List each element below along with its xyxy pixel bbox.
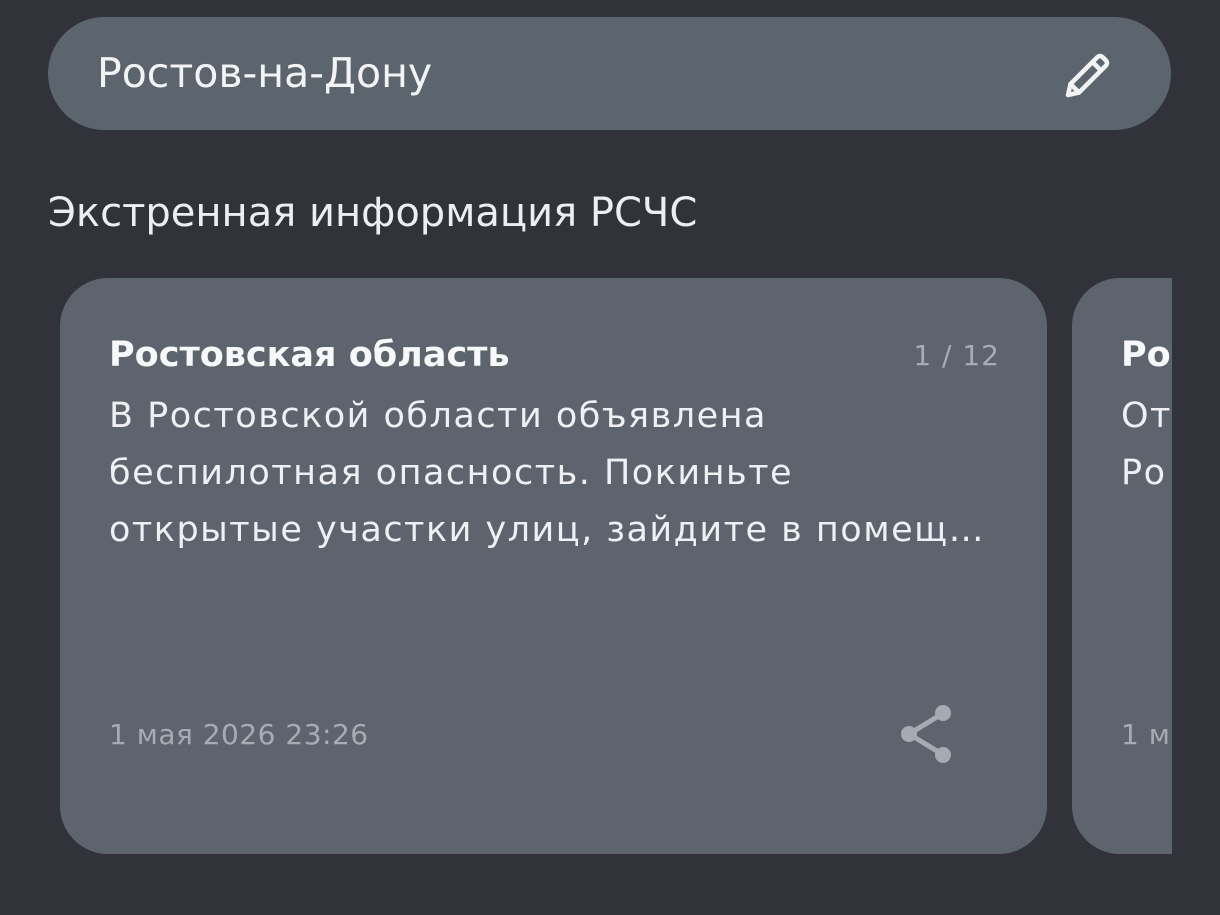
edit-location-button[interactable] <box>1058 45 1118 105</box>
alert-card[interactable]: Ростовская область 1 / 12 В Ростовской о… <box>60 278 1047 854</box>
alert-text: В Ростовской области объявлена беспилотн… <box>109 388 999 559</box>
alert-date: 1 мая 2026 23:26 <box>109 718 369 751</box>
alert-date: 1 ма <box>1121 718 1172 751</box>
alert-region: Ростовская область <box>109 335 510 375</box>
alert-counter: 1 / 12 <box>913 339 1000 372</box>
alert-text: От Ро <box>1121 388 1172 502</box>
share-icon <box>901 705 951 763</box>
alerts-carousel[interactable]: Ростовская область 1 / 12 В Ростовской о… <box>0 278 1172 854</box>
section-title: Экстренная информация РСЧС <box>48 190 698 236</box>
alert-text-line: открытые участки улиц, зайдите в помещ… <box>109 510 986 550</box>
alert-text-line: Ро <box>1121 453 1167 493</box>
alert-region: Рос <box>1121 335 1172 375</box>
alert-card-next[interactable]: Рос От Ро 1 ма <box>1072 278 1172 854</box>
alert-text-line: От <box>1121 396 1172 436</box>
share-button[interactable] <box>894 700 962 768</box>
location-selector[interactable]: Ростов-на-Дону <box>48 17 1171 130</box>
alert-text-line: беспилотная опасность. Покиньте <box>109 453 794 493</box>
alert-text-line: В Ростовской области объявлена <box>109 396 767 436</box>
location-name: Ростов-на-Дону <box>97 49 433 97</box>
pencil-icon <box>1065 53 1110 98</box>
